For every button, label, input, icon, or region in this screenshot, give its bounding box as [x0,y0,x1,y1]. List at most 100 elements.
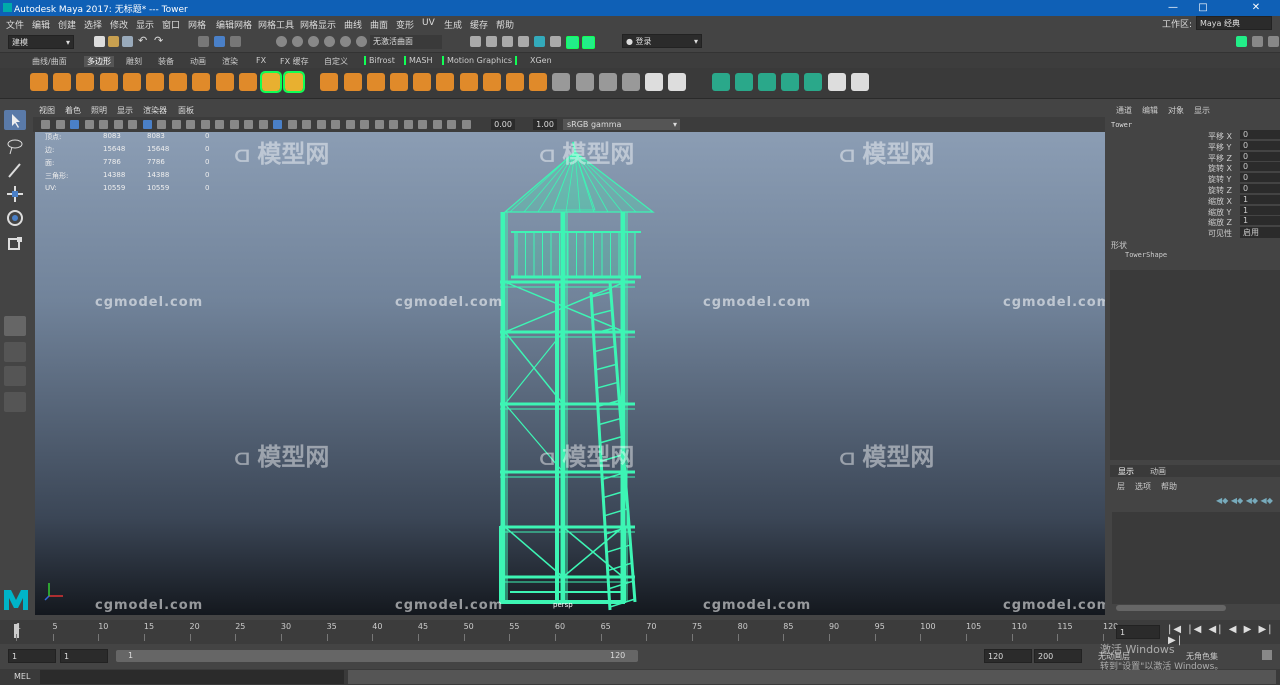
torus-icon[interactable] [146,73,164,91]
smooth-icon[interactable] [366,73,385,91]
toggle-channel-box-icon[interactable] [1268,36,1279,47]
svg-icon[interactable] [283,71,306,93]
layer-move-icons[interactable]: ◀◆ ◀◆ ◀◆ ◀◆ [1216,496,1273,505]
panel-menu-view[interactable]: 视图 [39,105,55,116]
snap-curve-icon[interactable] [292,36,303,47]
range-end-field[interactable]: 120 [984,649,1032,663]
panel-toolbar-button-icon[interactable] [113,120,123,129]
connect-icon[interactable] [622,73,640,91]
menu-deform[interactable]: 变形 [396,18,414,31]
panel-toolbar-button-icon[interactable] [244,120,253,129]
panel-toolbar-button-icon[interactable] [418,120,427,129]
attr-value-field[interactable]: 0 [1240,162,1280,172]
shelf-tab-fx-caching[interactable]: FX 缓存 [280,56,309,67]
close-button[interactable]: ✕ [1232,0,1280,16]
panel-toolbar-button-icon[interactable] [55,120,65,129]
snap-surface-icon[interactable] [340,36,351,47]
shelf-tab-custom[interactable]: 自定义 [324,56,348,67]
menu-cache[interactable]: 缓存 [470,18,488,31]
target-weld-icon[interactable] [598,73,617,91]
shelf-tab-rigging[interactable]: 装备 [158,56,174,67]
panel-toolbar-button-icon[interactable] [41,120,50,129]
panel-toolbar-button-icon[interactable] [345,120,355,129]
move-tool-icon[interactable] [4,184,26,204]
panel-menu-lighting[interactable]: 照明 [91,105,107,116]
layer-tab-display[interactable]: 显示 [1118,466,1134,477]
paint-select-tool-icon[interactable] [4,160,26,180]
open-scene-icon[interactable] [108,36,119,47]
layer-scrollbar[interactable] [1116,605,1226,611]
menu-edit-mesh[interactable]: 编辑网格 [216,18,252,31]
layout-uv-icon[interactable] [804,73,823,91]
command-input[interactable] [40,670,344,684]
show-channel-box-icon[interactable] [582,36,595,49]
fill-hole-icon[interactable] [552,73,571,91]
panel-menu-show[interactable]: 显示 [117,105,133,116]
checker-icon[interactable] [827,73,846,91]
panel-toolbar-button-icon[interactable] [287,120,297,129]
extrude-icon[interactable] [482,73,501,91]
shelf-tab-polygons[interactable]: 多边形 [84,56,114,67]
anim-start-field[interactable]: 1 [60,649,108,663]
render-view-icon[interactable] [470,36,481,47]
bridge-icon[interactable] [459,73,478,91]
menu-help[interactable]: 帮助 [496,18,514,31]
extract-icon[interactable] [413,73,432,91]
shelf-tab-mash[interactable]: MASH [404,56,432,65]
shelf-tab-xgen[interactable]: XGen [530,56,552,65]
cb-menu-channels[interactable]: 通道 [1116,105,1132,116]
mel-label[interactable]: MEL [14,672,30,681]
cb-menu-object[interactable]: 对象 [1168,105,1184,116]
mirror-icon[interactable] [390,73,408,91]
render-settings-icon[interactable] [518,36,529,47]
sphere-icon[interactable] [30,73,48,91]
panel-menu-shading[interactable]: 着色 [65,105,81,116]
workspace-dropdown[interactable]: Maya 经典 [1196,16,1272,30]
key-icon[interactable] [1262,650,1272,660]
menu-mesh-display[interactable]: 网格显示 [300,18,336,31]
outliner-icon[interactable] [4,392,26,412]
panel-toolbar-button-icon[interactable] [374,120,384,129]
colorspace-dropdown[interactable]: sRGB gamma ▾ [563,119,680,130]
shelf-tab-fx[interactable]: FX [256,56,266,65]
tower-wireframe[interactable] [35,132,1105,615]
helix-icon[interactable] [238,73,257,91]
menu-select[interactable]: 选择 [84,18,102,31]
select-object-icon[interactable] [214,36,225,47]
panel-toolbar-button-icon[interactable] [142,120,152,129]
combine-icon[interactable] [320,73,339,91]
select-tool-icon[interactable] [4,110,26,130]
boolean-icon[interactable] [436,73,455,91]
four-view-layout-icon[interactable] [4,342,26,362]
panel-toolbar-button-icon[interactable] [273,120,282,129]
planar-uv-icon[interactable] [711,73,730,91]
toggle-tool-settings-icon[interactable] [1252,36,1263,47]
menu-mesh-tools[interactable]: 网格工具 [258,18,294,31]
hypershade-icon[interactable] [534,36,545,47]
layer-menu-layers[interactable]: 层 [1117,481,1125,492]
menu-edit[interactable]: 编辑 [32,18,50,31]
menuset-dropdown[interactable]: 建模 ▾ [8,35,74,49]
cylindrical-uv-icon[interactable] [734,73,753,91]
panel-toolbar-button-icon[interactable] [432,120,442,129]
panel-toolbar-button-icon[interactable] [360,120,369,129]
panel-toolbar-button-icon[interactable] [84,120,94,129]
render-frame-icon[interactable] [486,36,497,47]
panel-toolbar-button-icon[interactable] [99,120,108,129]
shelf-tab-curves[interactable]: 曲线/曲面 [32,56,67,67]
select-component-icon[interactable] [230,36,241,47]
merge-icon[interactable] [668,73,687,91]
menu-windows[interactable]: 窗口 [162,18,180,31]
pipe-icon[interactable] [215,73,234,91]
menu-uv[interactable]: UV [422,18,435,28]
shelf-tab-rendering[interactable]: 渲染 [222,56,238,67]
attr-value-field[interactable]: 0 [1240,130,1280,139]
scale-tool-icon[interactable] [4,234,26,254]
shelf-tab-sculpting[interactable]: 雕刻 [126,56,142,67]
menu-modify[interactable]: 修改 [110,18,128,31]
snap-pivot-icon[interactable] [356,36,367,47]
lasso-tool-icon[interactable] [4,136,26,156]
menu-mesh[interactable]: 网格 [188,18,206,31]
layer-menu-help[interactable]: 帮助 [1161,481,1177,492]
single-perspective-layout-icon[interactable] [4,316,26,336]
